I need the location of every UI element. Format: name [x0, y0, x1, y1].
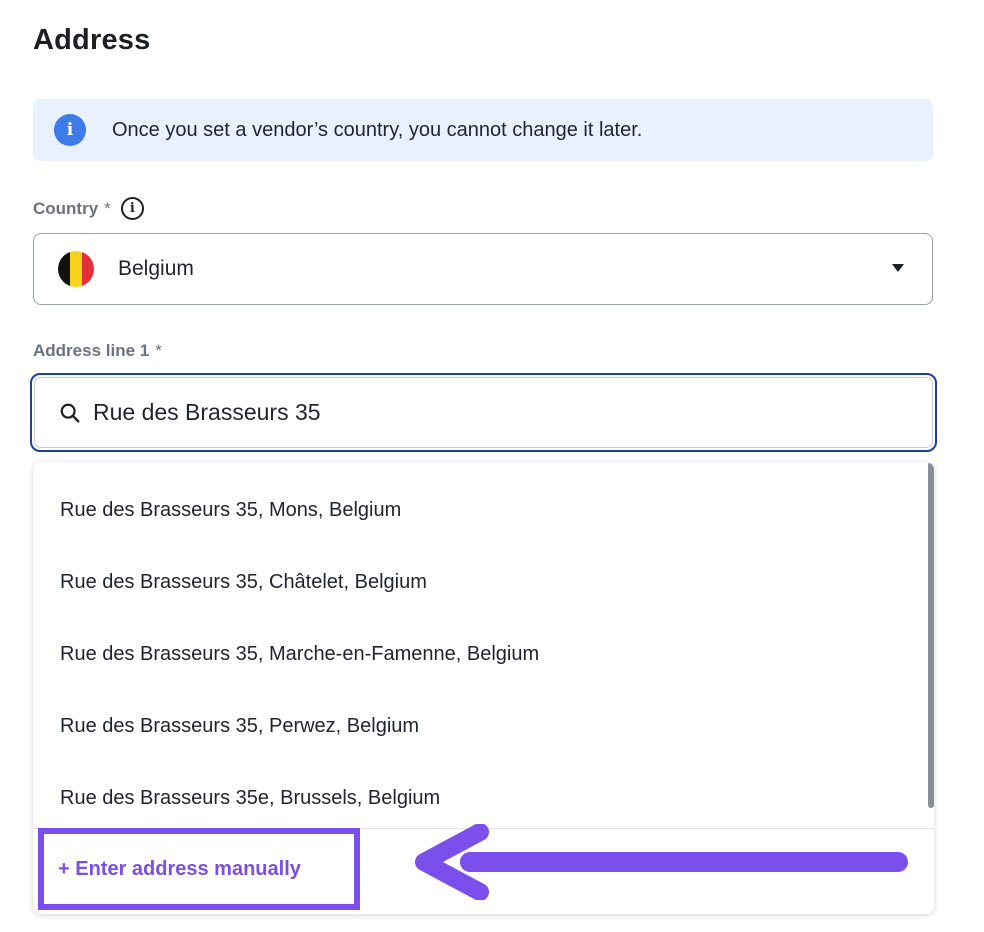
info-icon: i — [54, 114, 86, 146]
suggestion-item[interactable]: Rue des Brasseurs 35, Châtelet, Belgium — [60, 571, 427, 594]
annotation-highlight-box — [38, 828, 360, 910]
country-select[interactable]: Belgium — [33, 233, 933, 305]
required-mark: * — [104, 198, 111, 218]
country-label-text: Country — [33, 198, 99, 218]
section-title: Address — [33, 24, 151, 56]
address-search-value: Rue des Brasseurs 35 — [93, 399, 321, 425]
caret-down-icon — [892, 264, 904, 272]
address-search-field[interactable]: Rue des Brasseurs 35 — [34, 377, 933, 448]
suggestion-item[interactable]: Rue des Brasseurs 35, Perwez, Belgium — [60, 715, 419, 738]
suggestion-item[interactable]: Rue des Brasseurs 35e, Brussels, Belgium — [60, 787, 440, 810]
info-banner: i Once you set a vendor’s country, you c… — [33, 99, 933, 161]
dropdown-scrollbar[interactable] — [928, 462, 934, 808]
required-mark: * — [155, 341, 162, 360]
search-icon — [60, 403, 80, 422]
annotation-arrow-left-icon — [415, 824, 908, 900]
country-select-value: Belgium — [118, 257, 194, 280]
info-outline-icon[interactable]: i — [120, 197, 144, 220]
belgium-flag-icon — [58, 251, 94, 287]
address-search-input[interactable]: Rue des Brasseurs 35 — [30, 373, 937, 452]
address-line-1-label: Address line 1 * — [33, 341, 162, 361]
info-banner-text: Once you set a vendor’s country, you can… — [112, 118, 643, 141]
country-label: Country * i — [33, 197, 144, 220]
address-line-1-label-text: Address line 1 — [33, 341, 150, 360]
suggestion-item[interactable]: Rue des Brasseurs 35, Mons, Belgium — [60, 499, 401, 522]
suggestion-item[interactable]: Rue des Brasseurs 35, Marche-en-Famenne,… — [60, 643, 539, 666]
